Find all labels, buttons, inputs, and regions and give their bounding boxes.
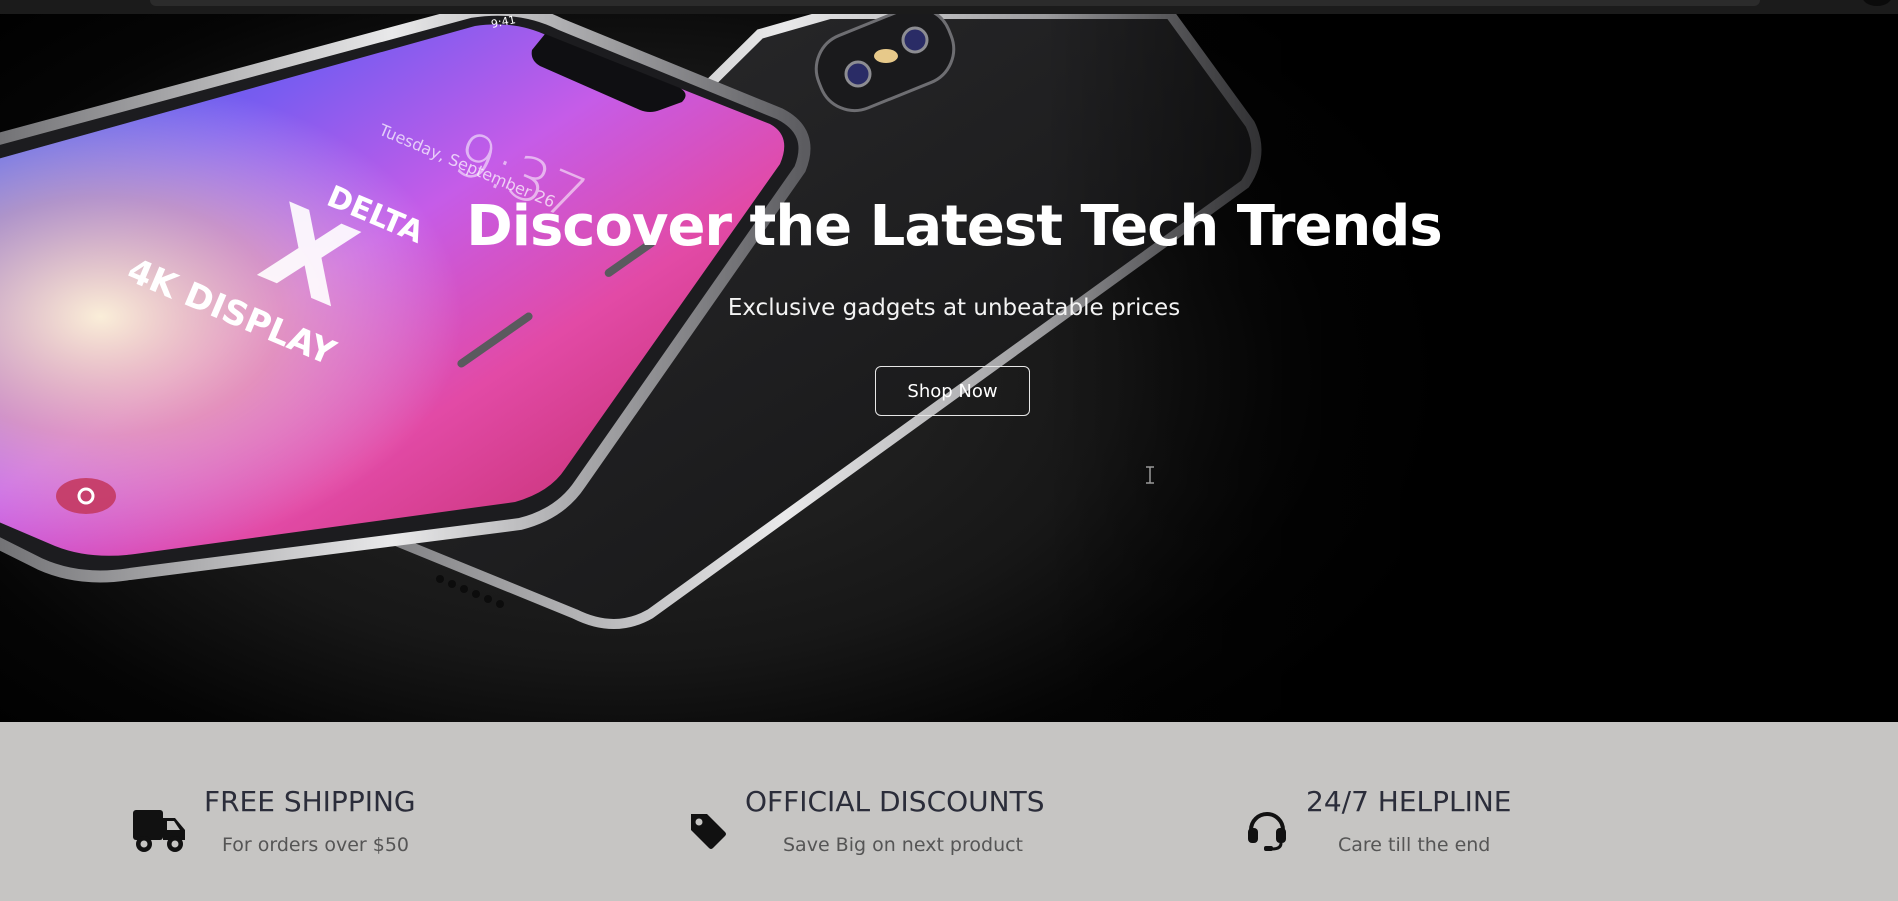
hero-title: Discover the Latest Tech Trends [466,194,1442,259]
feature-title: 24/7 HELPLINE [1306,785,1512,818]
feature-helpline: 24/7 HELPLINE Care till the end [1200,722,1898,901]
feature-subtitle: Care till the end [1338,834,1491,856]
feature-subtitle: For orders over $50 [222,834,410,856]
headset-icon [1248,812,1286,851]
hero-subtitle: Exclusive gadgets at unbeatable prices [727,295,1181,321]
feature-official-discounts: OFFICIAL DISCOUNTS Save Big on next prod… [600,722,1200,901]
tag-icon [691,814,726,849]
hero-banner: 9:41 9:37 Tuesday, September 26 DELTA X … [0,14,1898,722]
shop-now-button[interactable]: Shop Now [875,366,1030,416]
feature-subtitle: Save Big on next product [783,834,1024,856]
truck-icon [133,810,185,852]
feature-free-shipping: FREE SHIPPING For orders over $50 [0,722,600,901]
browser-top-strip [0,0,1898,14]
profile-avatar-edge [1862,0,1892,6]
feature-title: OFFICIAL DISCOUNTS [745,785,1045,818]
features-bar: FREE SHIPPING For orders over $50 OFFICI… [0,722,1898,901]
feature-title: FREE SHIPPING [204,785,416,818]
address-bar-edge [150,0,1760,6]
hero-content: Discover the Latest Tech Trends Exclusiv… [0,14,1898,722]
text-cursor-icon [1146,466,1154,484]
